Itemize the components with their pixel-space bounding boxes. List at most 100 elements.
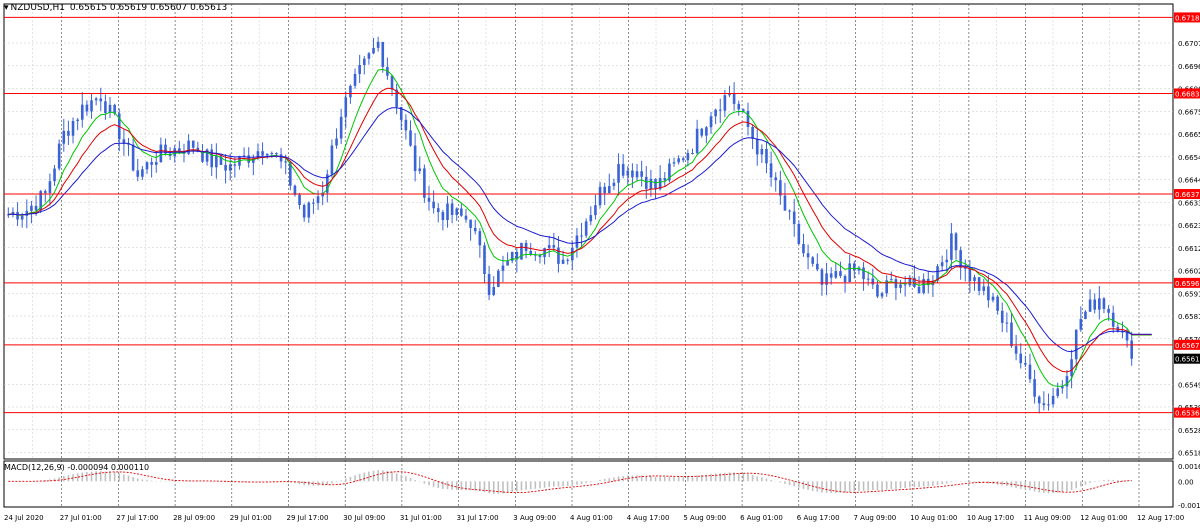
candle-body — [996, 296, 999, 311]
candle-body — [876, 284, 879, 297]
candle-body — [561, 259, 565, 264]
chart-window[interactable]: 0.670700.669650.668600.667550.666500.665… — [0, 0, 1200, 525]
candle-body — [728, 94, 731, 96]
candle-body — [1000, 310, 1004, 323]
candle-body — [497, 270, 500, 287]
candle-body — [626, 170, 630, 176]
candle-body — [1130, 340, 1133, 359]
y-tick-label: 0.66965 — [1178, 63, 1200, 71]
candle-body — [57, 143, 61, 169]
candle-body — [201, 152, 204, 162]
candle-body — [34, 205, 38, 211]
candle-body — [853, 263, 856, 271]
candle-body — [154, 162, 158, 165]
candle-body — [413, 145, 417, 172]
candle-body — [871, 278, 875, 285]
candle-body — [663, 178, 667, 181]
candle-body — [714, 109, 717, 117]
candle-body — [834, 271, 838, 278]
candle-body — [917, 286, 921, 293]
candle-body — [575, 235, 579, 248]
candle-body — [954, 233, 958, 251]
candle-body — [104, 101, 107, 113]
candle-body — [1107, 308, 1110, 313]
y-tick-label: 0.66230 — [1178, 222, 1200, 230]
candle-body — [631, 170, 634, 178]
candle-body — [228, 164, 232, 171]
candle-body — [48, 181, 52, 193]
candle-body — [1019, 353, 1023, 364]
x-tick-label: 31 Jul 17:00 — [457, 514, 499, 522]
candle-body — [723, 95, 727, 111]
candle-body — [1028, 364, 1032, 380]
macd-y-tick: -0.00194 — [1178, 502, 1200, 510]
y-tick-label: 0.66125 — [1178, 245, 1200, 253]
candle-body — [76, 119, 79, 122]
candle-body — [358, 65, 361, 74]
candle-body — [718, 109, 722, 111]
candle-body — [1084, 311, 1087, 320]
y-tick-label: 0.66545 — [1178, 154, 1200, 162]
candle-body — [390, 75, 394, 90]
candle-body — [788, 210, 791, 212]
candle-body — [866, 278, 870, 280]
candle-body — [640, 171, 643, 177]
candle-body — [43, 191, 47, 193]
main-pane — [3, 3, 1174, 460]
candle-body — [635, 171, 639, 178]
candle-body — [279, 154, 283, 162]
candle-body — [478, 231, 482, 246]
candle-body — [1088, 299, 1092, 312]
candle-body — [150, 162, 153, 165]
candle-body — [672, 162, 676, 164]
macd-y-tick: 0.001615 — [1178, 463, 1200, 471]
y-tick-label: 0.65285 — [1178, 427, 1200, 435]
candle-body — [423, 168, 426, 198]
candle-body — [848, 263, 851, 283]
candle-body — [446, 203, 449, 221]
candle-body — [889, 279, 893, 281]
candle-body — [1070, 359, 1073, 377]
candle-body — [307, 202, 311, 218]
candle-body — [16, 211, 19, 220]
candle-body — [487, 274, 491, 295]
candle-body — [298, 194, 301, 206]
candle-body — [987, 286, 990, 301]
candle-body — [552, 245, 556, 248]
candle-body — [90, 100, 93, 112]
candle-body — [427, 197, 431, 202]
x-tick-label: 4 Aug 01:00 — [570, 514, 613, 522]
candle-body — [85, 104, 89, 112]
candle-body — [862, 267, 865, 280]
candle-body — [557, 247, 560, 264]
candle-body — [677, 158, 680, 163]
level-price-label: 0.65677 — [1175, 342, 1200, 350]
candle-body — [367, 53, 371, 59]
candle-body — [774, 177, 778, 181]
candle-body — [492, 286, 496, 295]
y-tick-label: 0.65810 — [1178, 313, 1200, 321]
y-tick-label: 0.65495 — [1178, 381, 1200, 389]
candle-body — [1014, 346, 1018, 354]
candle-body — [945, 259, 949, 263]
candle-body — [1093, 299, 1097, 310]
candle-body — [372, 47, 375, 54]
candle-body — [1033, 379, 1036, 397]
candle-body — [293, 185, 297, 195]
candle-body — [464, 215, 468, 220]
x-tick-label: 12 Aug 01:00 — [1080, 514, 1127, 522]
level-price-label: 0.65963 — [1175, 280, 1200, 288]
chart-canvas[interactable]: 0.670700.669650.668600.667550.666500.665… — [0, 0, 1200, 525]
candle-body — [312, 202, 315, 204]
candle-body — [899, 284, 902, 288]
candle-body — [1010, 322, 1013, 347]
x-tick-label: 5 Aug 09:00 — [683, 514, 726, 522]
candle-body — [603, 186, 606, 194]
candle-body — [233, 164, 237, 166]
candle-body — [598, 186, 602, 206]
candle-body — [224, 164, 227, 171]
candle-body — [580, 235, 583, 237]
candle-body — [94, 98, 98, 101]
candle-body — [797, 223, 801, 244]
x-tick-label: 24 Jul 2020 — [4, 514, 44, 522]
